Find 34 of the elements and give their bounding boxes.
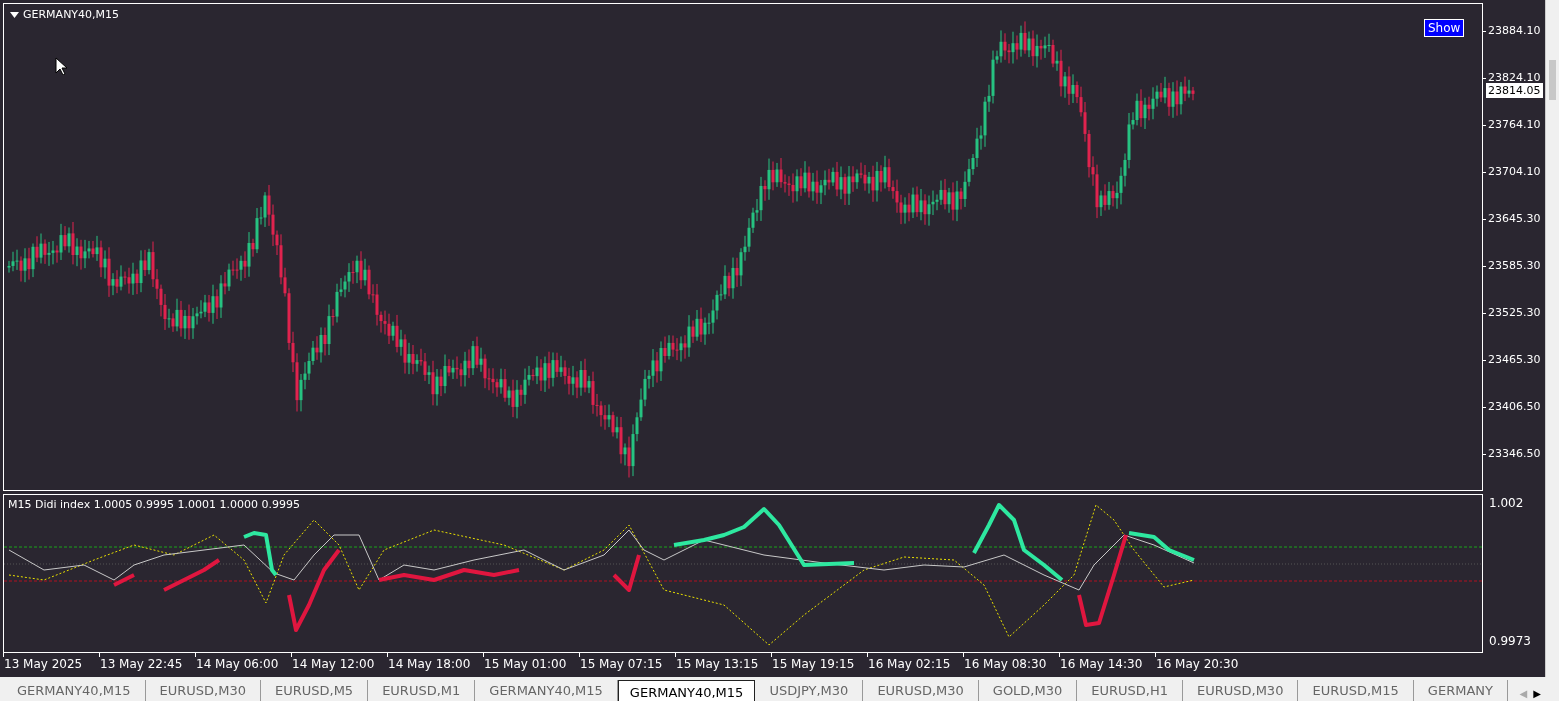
price-axis-label: 23704.10 <box>1488 164 1541 180</box>
scroll-right-button[interactable]: ▶ <box>1533 685 1541 701</box>
price-axis-label: 23585.30 <box>1488 258 1541 274</box>
indicator-label: M15 Didi index 1.0005 0.9995 1.0001 1.0000 0.9995 <box>8 497 301 513</box>
chart-symbol-title: GERMANY40,M15 <box>23 7 120 23</box>
time-axis-label: 16 May 08:30 <box>964 656 1047 673</box>
scrollbar-thumb[interactable] <box>1549 60 1556 100</box>
price-axis-label: 23406.50 <box>1488 399 1541 415</box>
time-axis-label: 13 May 22:45 <box>100 656 183 673</box>
indicator-axis-label: 1.002 <box>1489 495 1525 511</box>
cursor-icon <box>55 57 67 75</box>
time-axis-label: 14 May 06:00 <box>196 656 279 673</box>
price-axis-label: 23824.10 <box>1488 70 1541 86</box>
price-axis-label: 23884.10 <box>1488 23 1541 39</box>
price-axis-label: 23525.30 <box>1488 305 1541 321</box>
price-axis-label: 23465.30 <box>1488 352 1541 368</box>
show-button[interactable]: Show <box>1424 19 1465 37</box>
time-axis-label: 15 May 19:15 <box>772 656 855 673</box>
time-axis-label: 16 May 20:30 <box>1156 656 1239 673</box>
price-axis-label: 23645.30 <box>1488 211 1541 227</box>
time-axis-label: 15 May 13:15 <box>676 656 759 673</box>
time-axis-label: 14 May 12:00 <box>292 656 375 673</box>
time-axis-label: 15 May 07:15 <box>580 656 663 673</box>
price-axis-label: 23764.10 <box>1488 117 1541 133</box>
indicator-axis-label: 0.9973 <box>1489 633 1532 649</box>
time-axis-label: 16 May 02:15 <box>868 656 951 673</box>
time-axis-label: 16 May 14:30 <box>1060 656 1143 673</box>
time-axis-label: 14 May 18:00 <box>388 656 471 673</box>
time-axis-label: 15 May 01:00 <box>484 656 567 673</box>
dropdown-triangle-icon[interactable] <box>10 12 19 19</box>
current-price-label[interactable]: 23814.05 <box>1486 83 1543 98</box>
chart-tab[interactable]: GERMANY40,M15 <box>617 680 756 701</box>
time-axis-label: 13 May 2025 <box>4 656 83 673</box>
price-axis-label: 23346.50 <box>1488 446 1541 462</box>
